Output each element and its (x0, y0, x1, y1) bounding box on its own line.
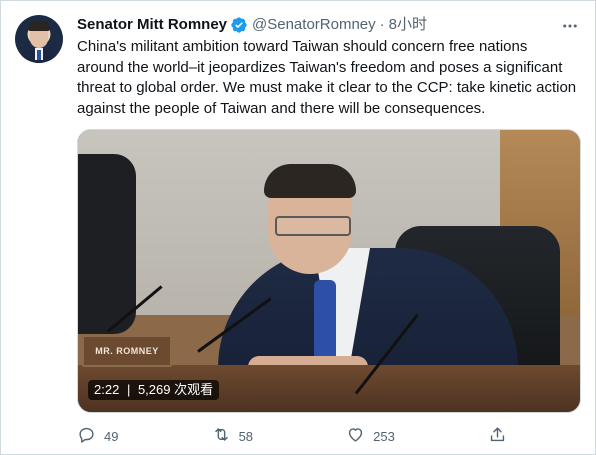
video-info-overlay: 2:22 | 5,269 次观看 (88, 380, 220, 400)
share-icon (488, 425, 507, 447)
tweet-card[interactable]: Senator Mitt Romney @SenatorRomney · 8小时… (0, 0, 596, 455)
video-duration: 2:22 (94, 382, 120, 397)
tweet-text: China's militant ambition toward Taiwan … (77, 38, 577, 117)
author-handle[interactable]: @SenatorRomney (252, 15, 376, 35)
author-name[interactable]: Senator Mitt Romney (77, 15, 227, 35)
header-separator: · (379, 16, 385, 33)
retweet-icon (212, 425, 231, 447)
tweet-actions: 49 58 253 (77, 425, 507, 447)
share-button[interactable] (488, 425, 507, 447)
overlay-separator: | (126, 382, 131, 397)
like-button[interactable]: 253 (346, 425, 395, 447)
more-icon[interactable] (557, 13, 583, 39)
video-views: 5,269 次观看 (137, 382, 214, 397)
verified-badge-icon (230, 16, 248, 34)
tweet-header: Senator Mitt Romney @SenatorRomney · 8小时 (77, 15, 427, 35)
nameplate: MR. ROMNEY (82, 335, 172, 367)
video-player[interactable]: MR. ROMNEY 2:22 | 5,269 次观看 (77, 129, 581, 413)
retweet-button[interactable]: 58 (212, 425, 253, 447)
video-frame (78, 130, 580, 412)
tweet-timestamp[interactable]: 8小时 (389, 15, 427, 35)
reply-button[interactable]: 49 (77, 425, 118, 447)
avatar[interactable] (15, 15, 63, 63)
reply-count: 49 (104, 428, 119, 444)
like-count: 253 (373, 428, 395, 444)
reply-icon (77, 425, 96, 447)
like-icon (346, 425, 365, 447)
retweet-count: 58 (238, 428, 254, 444)
